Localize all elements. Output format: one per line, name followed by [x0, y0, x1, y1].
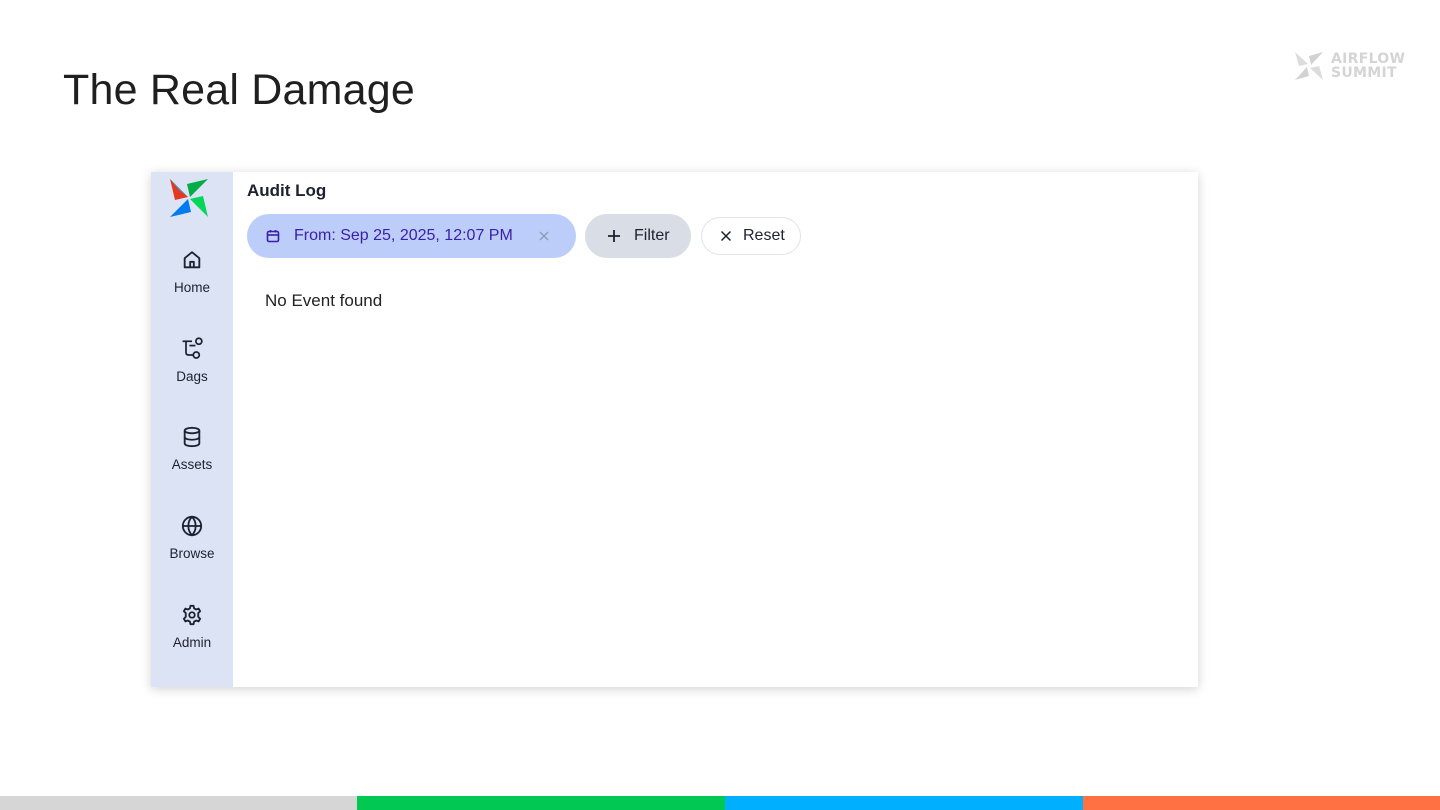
airflow-logo-icon[interactable] [169, 178, 209, 218]
sidebar: Home Dags Assets Browse Admin [151, 172, 233, 687]
app-screenshot: Home Dags Assets Browse Admin Audit Log … [151, 172, 1198, 687]
sidebar-item-label: Home [173, 280, 210, 295]
close-icon [720, 230, 732, 242]
dag-icon [180, 337, 204, 361]
slide-title: The Real Damage [63, 66, 415, 114]
color-bar-segment-gray [0, 796, 357, 810]
airflow-summit-logo: AIRFLOW SUMMIT [1293, 50, 1405, 82]
add-filter-button[interactable]: Filter [585, 214, 691, 258]
calendar-icon [266, 229, 280, 243]
empty-state-message: No Event found [265, 291, 383, 310]
database-icon [180, 425, 204, 449]
sidebar-item-browse[interactable]: Browse [151, 514, 233, 561]
sidebar-item-admin[interactable]: Admin [151, 603, 233, 650]
home-icon [180, 248, 204, 272]
filter-button-label: Filter [634, 227, 670, 244]
main-content: Audit Log From: Sep 25, 2025, 12:07 PM F… [233, 172, 1198, 687]
pinwheel-logo-icon [1295, 52, 1323, 80]
date-filter-chip[interactable]: From: Sep 25, 2025, 12:07 PM [247, 214, 576, 258]
sidebar-item-home[interactable]: Home [151, 248, 233, 295]
date-filter-label: From: Sep 25, 2025, 12:07 PM [294, 227, 513, 244]
summit-wordmark: AIRFLOW SUMMIT [1331, 52, 1405, 80]
reset-button[interactable]: Reset [701, 217, 801, 255]
reset-button-label: Reset [743, 227, 785, 244]
globe-icon [180, 514, 204, 538]
color-bar-segment-blue [725, 796, 1083, 810]
filter-toolbar: From: Sep 25, 2025, 12:07 PM Filter Rese… [247, 214, 801, 258]
slide: The Real Damage AIRFLOW SUMMIT Home Dags… [0, 0, 1440, 810]
summit-wordmark-line2: SUMMIT [1331, 65, 1397, 81]
sidebar-item-label: Dags [176, 369, 208, 384]
page-title: Audit Log [247, 181, 327, 200]
sidebar-item-label: Admin [172, 635, 212, 650]
sidebar-item-label: Assets [171, 457, 213, 472]
clear-filter-icon[interactable] [538, 230, 550, 242]
sidebar-item-dags[interactable]: Dags [151, 337, 233, 384]
color-bar-segment-orange [1083, 796, 1440, 810]
sidebar-item-assets[interactable]: Assets [151, 425, 233, 472]
brand-color-bar [0, 796, 1440, 810]
gear-icon [180, 603, 204, 627]
sidebar-item-label: Browse [169, 546, 215, 561]
color-bar-segment-green [357, 796, 725, 810]
summit-wordmark-line1: AIRFLOW [1331, 51, 1406, 67]
plus-icon [607, 229, 621, 243]
